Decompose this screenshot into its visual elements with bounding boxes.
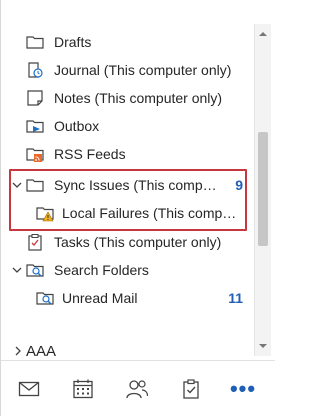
chevron-down-icon[interactable] bbox=[11, 264, 23, 276]
journal-icon bbox=[28, 62, 43, 78]
calendar-icon bbox=[73, 379, 93, 399]
account-label: AAA bbox=[26, 342, 57, 360]
note-icon bbox=[27, 90, 43, 106]
folder-label: Journal (This computer only) bbox=[54, 62, 232, 78]
folder-label: Search Folders bbox=[54, 262, 149, 278]
scrollbar[interactable] bbox=[254, 24, 271, 356]
folder-drafts[interactable]: Drafts bbox=[1, 28, 253, 56]
mail-button[interactable] bbox=[15, 375, 43, 403]
folder-outbox[interactable]: Outbox bbox=[1, 112, 253, 140]
chevron-right-icon[interactable] bbox=[12, 345, 24, 357]
calendar-button[interactable] bbox=[69, 375, 97, 403]
tasks-icon bbox=[183, 379, 199, 399]
rss-folder-icon bbox=[26, 148, 44, 162]
folder-notes[interactable]: Notes (This computer only) bbox=[1, 84, 253, 112]
outbox-icon bbox=[26, 120, 44, 133]
people-button[interactable] bbox=[123, 375, 151, 403]
search-folder-icon bbox=[26, 264, 44, 277]
people-icon bbox=[126, 380, 149, 399]
folder-unread-mail[interactable]: Unread Mail 11 bbox=[1, 284, 253, 312]
folder-label: Tasks (This computer only) bbox=[54, 234, 222, 250]
folder-tasks[interactable]: Tasks (This computer only) bbox=[1, 228, 253, 256]
more-icon: ••• bbox=[229, 376, 257, 401]
folder-pane: Drafts Journal (This computer only) Note… bbox=[0, 0, 275, 416]
scroll-down-arrow-icon[interactable] bbox=[255, 338, 271, 354]
scrollbar-thumb[interactable] bbox=[258, 132, 268, 246]
tasks-icon bbox=[28, 234, 42, 251]
unread-count: 11 bbox=[228, 290, 243, 306]
scroll-up-arrow-icon[interactable] bbox=[255, 26, 271, 42]
folder-rss-feeds[interactable]: RSS Feeds bbox=[1, 140, 253, 168]
folder-label: Notes (This computer only) bbox=[54, 90, 223, 106]
folder-search-folders[interactable]: Search Folders bbox=[1, 256, 253, 284]
folder-label: Drafts bbox=[54, 34, 92, 50]
folder-label: Outbox bbox=[54, 118, 100, 134]
highlight-box bbox=[9, 169, 247, 231]
more-button[interactable]: ••• bbox=[229, 375, 257, 403]
folder-icon bbox=[26, 36, 44, 49]
bottom-navigation: ••• bbox=[1, 360, 275, 416]
mail-icon bbox=[18, 381, 40, 397]
tasks-button[interactable] bbox=[177, 375, 205, 403]
search-folder-icon bbox=[36, 292, 54, 305]
folder-label: RSS Feeds bbox=[54, 146, 126, 162]
folder-label: Unread Mail bbox=[62, 290, 138, 306]
folder-journal[interactable]: Journal (This computer only) bbox=[1, 56, 253, 84]
